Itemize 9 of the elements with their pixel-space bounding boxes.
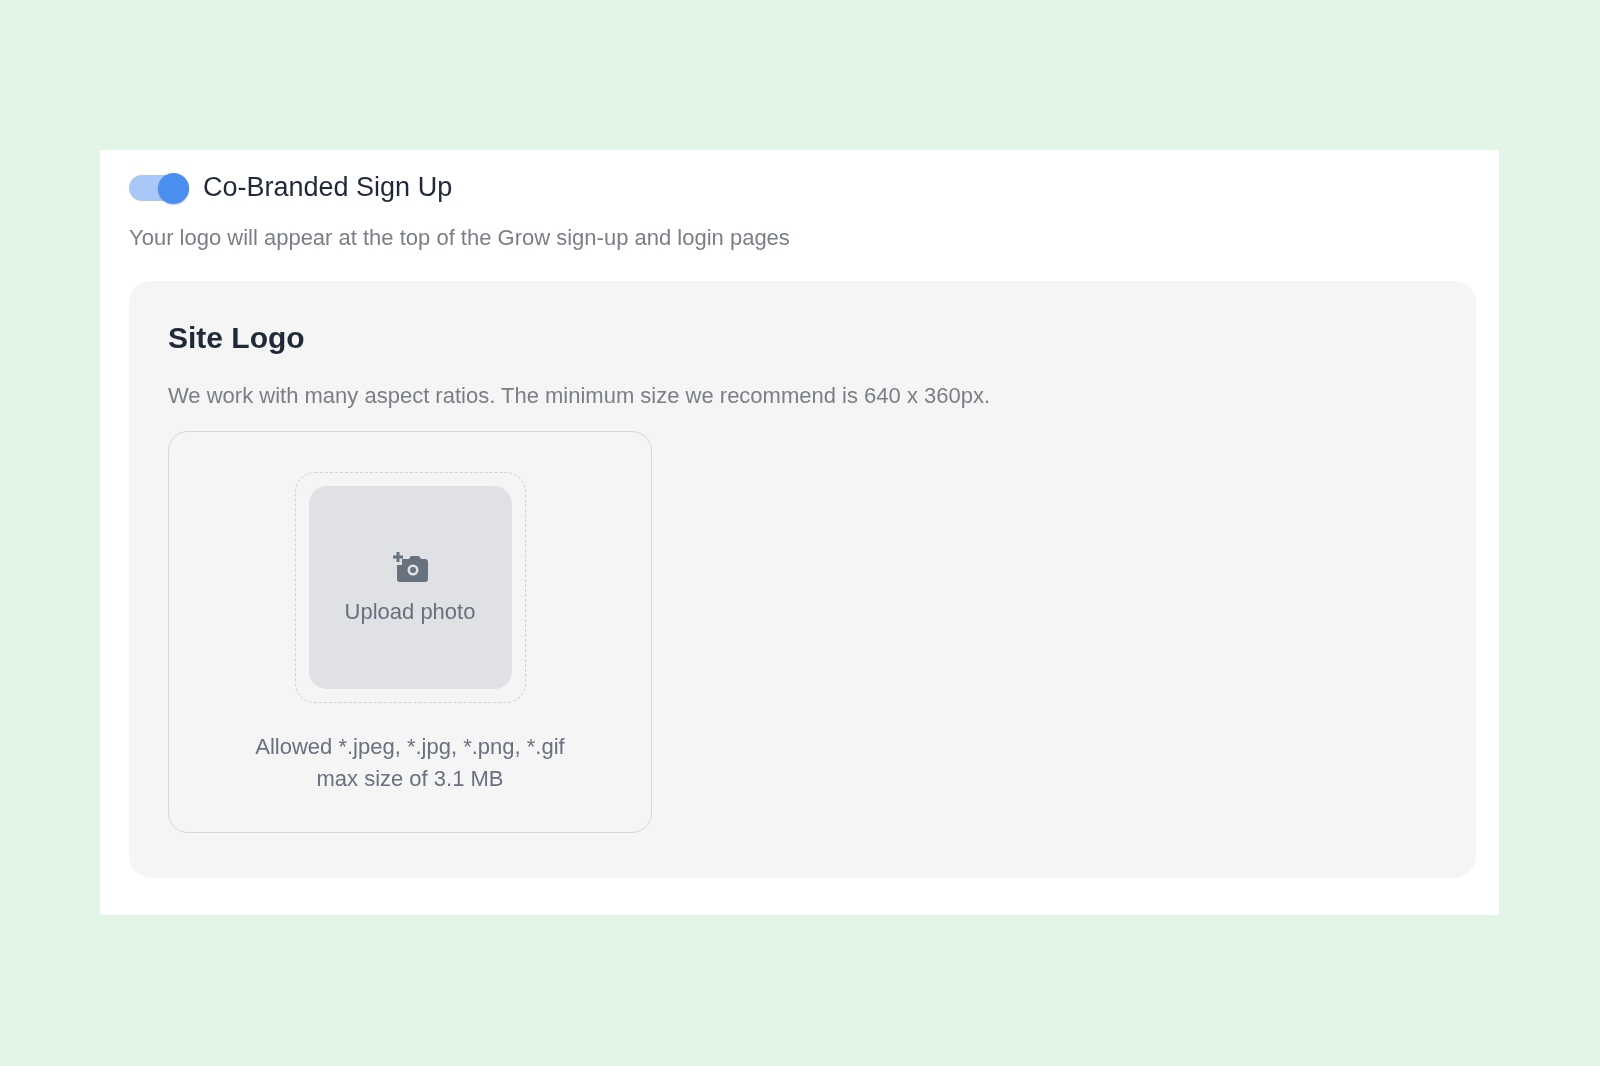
camera-add-icon xyxy=(391,550,429,585)
allowed-formats-text: Allowed *.jpeg, *.jpg, *.png, *.gif xyxy=(255,733,565,761)
max-size-text: max size of 3.1 MB xyxy=(315,765,505,793)
hint-text: We work with many aspect ratios. The minimum size we recommend is 640 x 360px. xyxy=(168,383,992,409)
toggle-switch[interactable] xyxy=(129,174,189,201)
section-title: Site Logo xyxy=(168,321,306,355)
upload-photo-button[interactable]: Upload photo xyxy=(308,486,512,689)
toggle-label: Co-Branded Sign Up xyxy=(203,172,453,203)
description-text: Your logo will appear at the top of the Grow sign-up and login pages xyxy=(129,225,791,251)
